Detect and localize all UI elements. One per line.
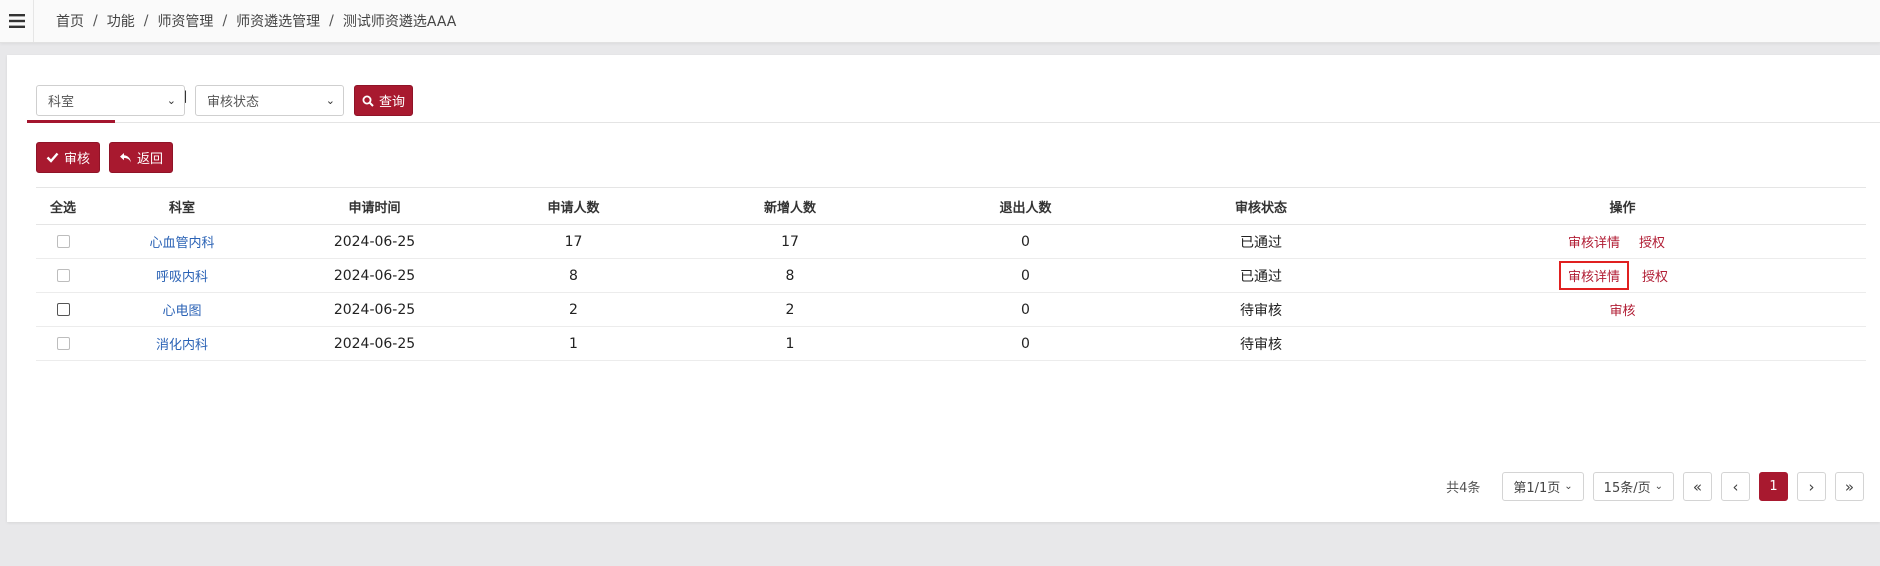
breadcrumb-selection-management[interactable]: 师资遴选管理 xyxy=(236,11,320,31)
exited-count: 0 xyxy=(908,326,1143,361)
department-select-value: 科室 xyxy=(48,95,75,110)
breadcrumb-current-page: 测试师资遴选AAA xyxy=(342,14,457,30)
department-select[interactable]: 科室 ⌄ xyxy=(36,85,185,116)
exited-count: 0 xyxy=(908,224,1143,259)
department-link[interactable]: 心血管内科 xyxy=(149,236,214,251)
header-select-all[interactable]: 全选 xyxy=(36,187,90,225)
review-detail-link[interactable]: 审核详情 xyxy=(1558,261,1629,290)
search-icon xyxy=(362,95,374,107)
authorize-link[interactable]: 授权 xyxy=(1639,232,1665,251)
current-page-button[interactable]: 1 xyxy=(1759,472,1788,501)
table-row: 呼吸内科 2024-06-25 8 8 0 已通过 审核详情 授权 xyxy=(36,258,1866,293)
breadcrumb-function[interactable]: 功能 xyxy=(107,11,135,31)
header-department: 科室 xyxy=(90,187,274,225)
page-select-value: 第1/1页 xyxy=(1513,481,1561,496)
query-button[interactable]: 查询 xyxy=(354,85,413,116)
table-row: 消化内科 2024-06-25 1 1 0 待审核 xyxy=(36,326,1866,361)
exited-count: 0 xyxy=(908,292,1143,327)
department-link[interactable]: 消化内科 xyxy=(156,338,208,353)
menu-toggle-button[interactable] xyxy=(0,0,34,42)
row-checkbox[interactable] xyxy=(56,337,70,350)
page-select[interactable]: 第1/1页 ⌄ xyxy=(1502,472,1584,501)
table-row: 心血管内科 2024-06-25 17 17 0 已通过 审核详情 授权 xyxy=(36,224,1866,259)
chevron-down-icon: ⌄ xyxy=(1564,481,1573,492)
review-status: 待审核 xyxy=(1143,292,1379,327)
row-operations: 审核 xyxy=(1379,300,1866,319)
header-review-status: 审核状态 xyxy=(1143,187,1379,225)
added-count: 8 xyxy=(672,258,908,293)
reply-arrow-icon xyxy=(119,152,131,162)
hamburger-icon xyxy=(8,14,25,28)
row-operations: 审核详情 授权 xyxy=(1379,261,1866,290)
review-link[interactable]: 审核 xyxy=(1609,300,1635,319)
applicant-count: 8 xyxy=(475,258,672,293)
authorize-link[interactable]: 授权 xyxy=(1642,266,1668,285)
status-select-value: 审核状态 xyxy=(207,95,260,110)
department-table: 全选 科室 申请时间 申请人数 新增人数 退出人数 审核状态 操作 心血管内科 … xyxy=(36,187,1866,361)
page-size-select[interactable]: 15条/页 ⌄ xyxy=(1592,472,1674,501)
row-checkbox[interactable] xyxy=(56,235,70,248)
table-header-row: 全选 科室 申请时间 申请人数 新增人数 退出人数 审核状态 操作 xyxy=(36,187,1866,225)
review-button-label: 审核 xyxy=(63,152,90,167)
action-row: 审核 返回 xyxy=(36,142,173,173)
first-page-button[interactable]: « xyxy=(1683,472,1712,501)
back-button-label: 返回 xyxy=(136,152,163,167)
apply-date: 2024-06-25 xyxy=(274,326,475,361)
breadcrumb-separator: / xyxy=(329,13,334,29)
total-count: 共4条 xyxy=(1446,481,1481,496)
table-row: 心电图 2024-06-25 2 2 0 待审核 审核 xyxy=(36,292,1866,327)
department-link[interactable]: 心电图 xyxy=(162,304,201,319)
breadcrumb-separator: / xyxy=(143,13,149,29)
breadcrumb-home[interactable]: 首页 xyxy=(56,11,84,31)
review-status: 已通过 xyxy=(1143,258,1379,293)
prev-page-button[interactable]: ‹ xyxy=(1721,472,1750,501)
header-operations: 操作 xyxy=(1379,187,1866,225)
added-count: 2 xyxy=(672,292,908,327)
breadcrumb-separator: / xyxy=(93,13,98,29)
row-checkbox[interactable] xyxy=(56,269,70,282)
pagination: 共4条 第1/1页 ⌄ 15条/页 ⌄ « ‹ 1 › » xyxy=(1446,472,1864,501)
row-checkbox[interactable] xyxy=(56,303,70,316)
filter-row: 科室 ⌄ 审核状态 ⌄ 查询 xyxy=(36,85,413,116)
apply-date: 2024-06-25 xyxy=(274,292,475,327)
review-status: 待审核 xyxy=(1143,326,1379,361)
breadcrumb-separator: / xyxy=(222,13,228,29)
top-bar: 首页 / 功能 / 师资管理 / 师资遴选管理 / 测试师资遴选AAA xyxy=(0,0,1880,43)
status-select[interactable]: 审核状态 ⌄ xyxy=(195,85,344,116)
page-size-value: 15条/页 xyxy=(1603,481,1651,496)
query-button-label: 查询 xyxy=(378,95,405,110)
row-operations: 审核详情 授权 xyxy=(1379,228,1866,255)
applicant-count: 1 xyxy=(475,326,672,361)
applicant-count: 2 xyxy=(475,292,672,327)
breadcrumb: 首页 / 功能 / 师资管理 / 师资遴选管理 / 测试师资遴选AAA xyxy=(56,0,456,42)
applicant-count: 17 xyxy=(475,224,672,259)
check-icon xyxy=(46,152,59,163)
apply-date: 2024-06-25 xyxy=(274,224,475,259)
chevron-down-icon: ⌄ xyxy=(1654,481,1663,492)
added-count: 17 xyxy=(672,224,908,259)
header-applicants: 申请人数 xyxy=(475,187,672,225)
next-page-button[interactable]: › xyxy=(1797,472,1826,501)
added-count: 1 xyxy=(672,326,908,361)
exited-count: 0 xyxy=(908,258,1143,293)
row-operations-empty xyxy=(1379,326,1866,361)
back-button[interactable]: 返回 xyxy=(109,142,173,173)
last-page-button[interactable]: » xyxy=(1835,472,1864,501)
department-link[interactable]: 呼吸内科 xyxy=(156,270,208,285)
review-button[interactable]: 审核 xyxy=(36,142,100,173)
chevron-down-icon: ⌄ xyxy=(166,94,176,107)
header-added: 新增人数 xyxy=(672,187,908,225)
header-apply-time: 申请时间 xyxy=(274,187,475,225)
review-detail-link[interactable]: 审核详情 xyxy=(1562,228,1626,255)
header-exited: 退出人数 xyxy=(908,187,1143,225)
review-status: 已通过 xyxy=(1143,224,1379,259)
breadcrumb-teacher-management[interactable]: 师资管理 xyxy=(157,11,213,31)
chevron-down-icon: ⌄ xyxy=(325,94,335,107)
apply-date: 2024-06-25 xyxy=(274,258,475,293)
